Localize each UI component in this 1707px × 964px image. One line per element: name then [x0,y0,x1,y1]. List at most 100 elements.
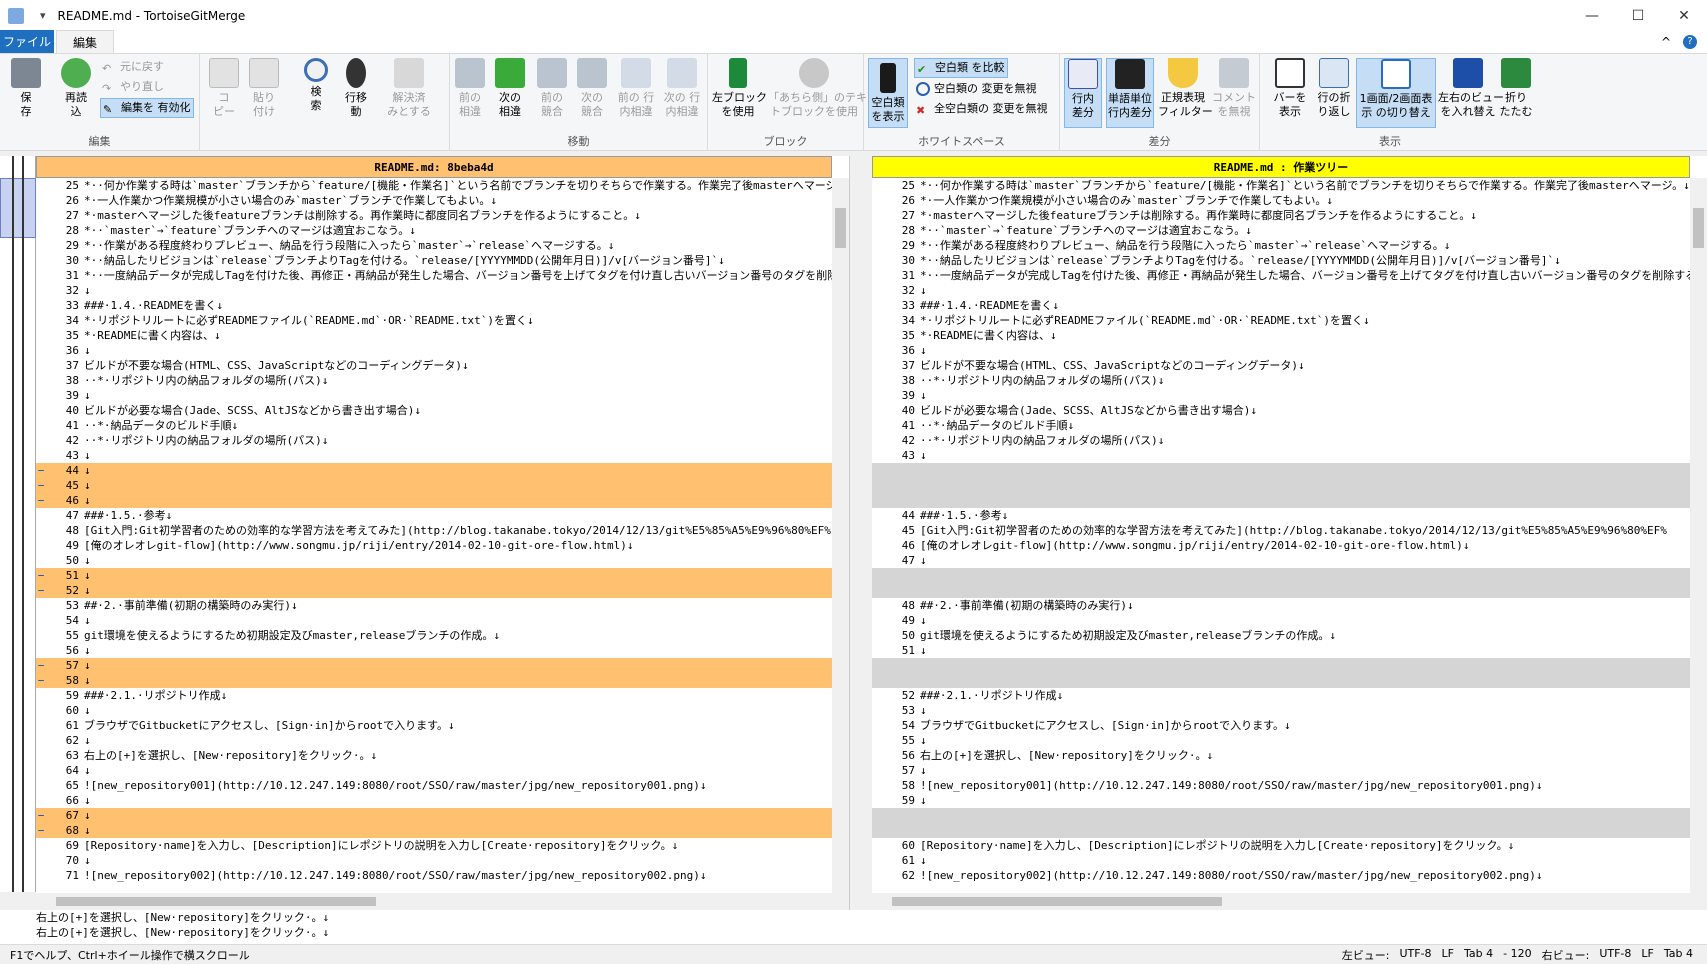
show-whitespace-button[interactable]: 空白類 を表示 [868,58,908,128]
right-pane-line[interactable]: 46 [俺のオレオレgit-flow](http://www.songmu.jp/… [872,538,1707,553]
ignore-comments-button[interactable]: コメント を無視 [1212,58,1256,119]
line-text[interactable]: ↓ [82,568,849,583]
right-pane-line[interactable]: 57 ↓ [872,763,1707,778]
left-pane-line[interactable]: 59 ###·2.1.·リポジトリ作成↓ [36,688,849,703]
right-lines[interactable]: 25 *··何か作業する時は`master`ブランチから`feature/[機能・… [872,178,1707,883]
prev-diff-button[interactable]: 前の 相違 [452,58,488,119]
line-text[interactable]: *··納品したリビジョンは`release`ブランチよりTagを付ける。`rel… [918,253,1707,268]
line-text[interactable]: *·一人作業かつ作業規模が小さい場合のみ`master`ブランチで作業してもよい… [82,193,849,208]
line-text[interactable]: ビルドが必要な場合(Jade、SCSS、AltJSなどから書き出す場合)↓ [82,403,849,418]
line-text[interactable] [918,463,1707,478]
line-text[interactable]: *··何か作業する時は`master`ブランチから`feature/[機能・作業… [918,178,1707,193]
line-text[interactable]: ↓ [918,703,1707,718]
right-pane-line[interactable]: 41 ··*·納品データのビルド手順↓ [872,418,1707,433]
right-pane-line[interactable]: 58 ![new_repository001](http://10.12.247.… [872,778,1707,793]
right-pane-line[interactable]: 36 ↓ [872,343,1707,358]
left-pane-line[interactable]: 32 ↓ [36,283,849,298]
left-pane-line[interactable]: 54 ↓ [36,613,849,628]
left-pane-line[interactable]: − 46 ↓ [36,493,849,508]
swap-views-button[interactable]: 左右のビュー を入れ替え [1438,58,1504,119]
quick-access-toolbar-icon[interactable]: ▾ [40,9,46,22]
right-pane-line[interactable]: 51 ↓ [872,643,1707,658]
mark-resolved-button[interactable]: 解決済 みとする [384,58,434,119]
left-pane-line[interactable]: 65 ![new_repository001](http://10.12.247.… [36,778,849,793]
line-text[interactable]: [Git入門:Git初学習者のための効率的な学習方法を考えてみた](http:/… [918,523,1707,538]
left-horizontal-scrollbar[interactable] [36,893,849,910]
left-pane-line[interactable]: 34 *·リポジトリルートに必ずREADMEファイル(`README.md`·OR… [36,313,849,328]
line-text[interactable]: *··納品したリビジョンは`release`ブランチよりTagを付ける。`rel… [82,253,849,268]
line-text[interactable]: *··`master`→`feature`ブランチへのマージは適宜おこなう。↓ [82,223,849,238]
right-eol[interactable]: LF [1641,947,1653,963]
left-pane-line[interactable]: 53 ##·2.·事前準備(初期の構築時のみ実行)↓ [36,598,849,613]
line-text[interactable]: *··作業がある程度終わりプレビュー、納品を行う段階に入ったら`master`→… [82,238,849,253]
line-text[interactable]: ↓ [82,658,849,673]
right-pane-line[interactable]: 54 ブラウザでGitbucketにアクセスし、[Sign·in]からrootで入… [872,718,1707,733]
left-pane-line[interactable]: 39 ↓ [36,388,849,403]
right-pane-line[interactable]: 27 *·masterへマージした後featureブランチは削除する。再作業時に都… [872,208,1707,223]
line-text[interactable]: ··*·リポジトリ内の納品フォルダの場所(パス)↓ [82,373,849,388]
line-text[interactable]: [俺のオレオレgit-flow](http://www.songmu.jp/ri… [82,538,849,553]
save-button[interactable]: 保 存 [8,58,44,119]
compare-whitespace-button[interactable]: ✔ 空白類 を比較 [914,58,1008,78]
line-text[interactable]: ↓ [82,493,849,508]
close-button[interactable]: ✕ [1661,0,1707,31]
line-text[interactable]: ··*·リポジトリ内の納品フォルダの場所(パス)↓ [918,433,1707,448]
right-pane-line[interactable]: 25 *··何か作業する時は`master`ブランチから`feature/[機能・… [872,178,1707,193]
line-text[interactable]: ブラウザでGitbucketにアクセスし、[Sign·in]からrootで入りま… [82,718,849,733]
line-text[interactable]: ![new_repository001](http://10.12.247.14… [918,778,1707,793]
line-text[interactable]: ビルドが必要な場合(Jade、SCSS、AltJSなどから書き出す場合)↓ [918,403,1707,418]
line-text[interactable]: ↓ [82,478,849,493]
right-pane-line[interactable]: 45 [Git入門:Git初学習者のための効率的な学習方法を考えてみた](http… [872,523,1707,538]
line-text[interactable]: ↓ [82,463,849,478]
right-pane-line[interactable]: 39 ↓ [872,388,1707,403]
line-text[interactable]: ··*·納品データのビルド手順↓ [918,418,1707,433]
left-pane-line[interactable]: 63 右上の[+]を選択し、[New·repository]をクリック·。↓ [36,748,849,763]
line-text[interactable]: *··一度納品データが完成しTagを付けた後、再修正・再納品が発生した場合、バー… [918,268,1707,283]
use-left-block-button[interactable]: 左ブロック を使用 [712,58,767,119]
right-pane-line[interactable]: 48 ##·2.·事前準備(初期の構築時のみ実行)↓ [872,598,1707,613]
right-pane-line[interactable]: 50 git環境を使えるようにするため初期設定及びmaster,releaseブラ… [872,628,1707,643]
line-text[interactable]: ###·2.1.·リポジトリ作成↓ [918,688,1707,703]
inline-diff-button[interactable]: 行内 差分 [1064,58,1102,128]
line-text[interactable]: ↓ [82,673,849,688]
right-hscroll-thumb[interactable] [892,897,1222,906]
next-conflict-button[interactable]: 次の 競合 [574,58,610,119]
use-theirs-block-button[interactable]: 「あちら側」のテキス トブロックを使用 [768,58,878,119]
line-text[interactable]: ↓ [82,613,849,628]
left-pane-line[interactable]: 42 ··*·リポジトリ内の納品フォルダの場所(パス)↓ [36,433,849,448]
enable-edit-button[interactable]: ✎ 編集を 有効化 [100,98,194,118]
line-text[interactable]: *·masterへマージした後featureブランチは削除する。再作業時に都度同… [82,208,849,223]
left-pane-line[interactable]: 35 *·READMEに書く内容は、↓ [36,328,849,343]
minimize-button[interactable]: — [1569,0,1615,31]
regex-filter-button[interactable]: 正規表現 フィルター [1158,58,1213,119]
left-pane-line[interactable]: 27 *·masterへマージした後featureブランチは削除する。再作業時に都… [36,208,849,223]
reload-button[interactable]: 再読 込 [58,58,94,119]
right-pane-line[interactable] [872,493,1707,508]
line-text[interactable]: ###·2.1.·リポジトリ作成↓ [82,688,849,703]
line-text[interactable]: [俺のオレオレgit-flow](http://www.songmu.jp/ri… [918,538,1707,553]
left-pane-line[interactable]: 61 ブラウザでGitbucketにアクセスし、[Sign·in]からrootで入… [36,718,849,733]
right-pane-line[interactable]: 47 ↓ [872,553,1707,568]
left-tab[interactable]: Tab 4 [1464,947,1493,963]
line-text[interactable]: [Git入門:Git初学習者のための効率的な学習方法を考えてみた](http:/… [82,523,849,538]
tab-file[interactable]: ファイル [0,30,54,53]
right-pane-line[interactable]: 55 ↓ [872,733,1707,748]
line-text[interactable]: ↓ [918,283,1707,298]
right-pane-line[interactable] [872,568,1707,583]
line-text[interactable]: git環境を使えるようにするため初期設定及びmaster,releaseブランチ… [918,628,1707,643]
line-text[interactable]: ###·1.5.·参考↓ [918,508,1707,523]
left-pane-line[interactable]: 48 [Git入門:Git初学習者のための効率的な学習方法を考えてみた](http… [36,523,849,538]
line-text[interactable]: ![new_repository002](http://10.12.247.14… [82,868,849,883]
left-pane-line[interactable]: 33 ###·1.4.·READMEを書く↓ [36,298,849,313]
line-text[interactable]: ↓ [918,643,1707,658]
one-two-pane-button[interactable]: 1画面/2画面表 示 の切り替え [1356,58,1436,128]
line-text[interactable]: ↓ [82,643,849,658]
collapse-button[interactable]: 折り たたむ [1496,58,1536,119]
left-pane-line[interactable]: 71 ![new_repository002](http://10.12.247.… [36,868,849,883]
line-text[interactable]: ↓ [918,613,1707,628]
right-pane-line[interactable]: 60 [Repository·name]を入力し、[Description]にレポ… [872,838,1707,853]
line-text[interactable]: ↓ [918,388,1707,403]
left-pane-line[interactable]: 41 ··*·納品データのビルド手順↓ [36,418,849,433]
line-text[interactable]: ↓ [918,733,1707,748]
line-text[interactable] [918,583,1707,598]
